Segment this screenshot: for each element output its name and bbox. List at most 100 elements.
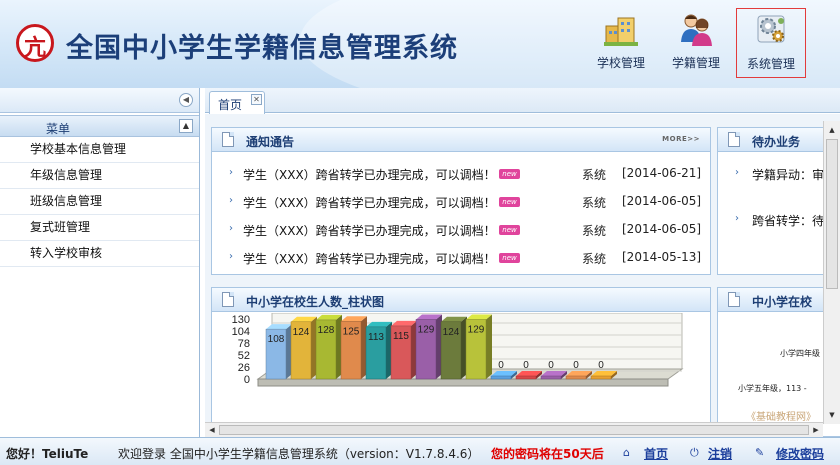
logo-icon: 亢 (16, 24, 54, 62)
school-buildings-icon (604, 17, 638, 46)
new-badge: new (499, 169, 520, 179)
welcome-text: 欢迎登录 全国中小学生学籍信息管理系统（version：V1.7.8.4.6） (118, 447, 480, 461)
chevron-up-icon[interactable]: ▲ (179, 119, 193, 133)
right-chart-label: 小学五年级，113 - (738, 384, 807, 393)
bar-value-label: 0 (598, 360, 604, 371)
scroll-thumb[interactable] (826, 139, 838, 289)
notice-item[interactable]: › 学生（XXX）跨省转学已办理完成，可以调档！ new 系统 [2014-06… (212, 189, 710, 215)
right-chart-panel: 中小学在校 小学四年级 小学五年级，113 - 《基础教程网》 (717, 287, 840, 437)
pending-title: 待办业务 (752, 135, 801, 149)
scroll-down-icon[interactable]: ▼ (826, 408, 838, 422)
document-icon (728, 292, 740, 307)
document-icon (222, 132, 234, 147)
bar-value-label: 129 (418, 324, 435, 335)
change-password-link[interactable]: 修改密码 (776, 445, 824, 462)
tab-bar: 首页 ✕ (205, 88, 840, 114)
notice-title: 通知通告 (246, 135, 295, 149)
key-icon[interactable]: ✎ (755, 446, 764, 459)
close-icon[interactable]: ✕ (251, 94, 262, 105)
notice-item[interactable]: › 学生（XXX）跨省转学已办理完成，可以调档！ new 系统 [2014-05… (212, 245, 710, 271)
system-gears-icon (757, 15, 785, 43)
sidebar-collapse-bar: ◀ (0, 88, 199, 113)
nav-student-records-button[interactable]: 学籍管理 (661, 10, 731, 76)
notice-source: 系统 (582, 224, 607, 238)
right-chart-panel-header: 中小学在校 (718, 288, 840, 312)
notice-source: 系统 (582, 196, 607, 210)
notice-text[interactable]: 学生（XXX）跨省转学已办理完成，可以调档！ (243, 250, 496, 267)
sidebar-item-multi-grade-class[interactable]: 复式班管理 (0, 215, 199, 241)
pending-item[interactable]: › 跨省转学：待 (718, 207, 840, 233)
header: 亢 全国中小学生学籍信息管理系统 学校管理 学籍管理 系统管理 (0, 0, 840, 88)
pending-item[interactable]: › 学籍异动：审 (718, 161, 840, 187)
bar-value-label: 108 (268, 334, 285, 345)
notice-text[interactable]: 学生（XXX）跨省转学已办理完成，可以调档！ (243, 222, 496, 239)
nav-school-management-label: 学校管理 (596, 56, 645, 70)
more-link[interactable]: MORE>> (662, 135, 700, 143)
vertical-scrollbar[interactable]: ▲ ▼ (823, 121, 840, 424)
bar-value-label: 0 (573, 360, 579, 371)
pending-panel-header: 待办业务 (718, 128, 840, 152)
bar (590, 375, 612, 380)
sidebar-item-class-info[interactable]: 班级信息管理 (0, 189, 199, 215)
bullet-arrow-icon: › (735, 213, 739, 224)
y-tick-label: 26 (238, 362, 250, 374)
bar-value-label: 124 (443, 327, 460, 338)
new-badge: new (499, 197, 520, 207)
sidebar-item-transfer-review[interactable]: 转入学校审核 (0, 241, 199, 267)
scroll-thumb[interactable] (219, 425, 809, 435)
notice-item[interactable]: › 学生（XXX）跨省转学已办理完成，可以调档！ new 系统 [2014-06… (212, 217, 710, 243)
horizontal-scrollbar[interactable]: ◀ ▶ (205, 422, 823, 437)
notice-date: [2014-06-21] (622, 166, 702, 180)
notice-text[interactable]: 学生（XXX）跨省转学已办理完成，可以调档！ (243, 166, 496, 183)
scroll-left-icon[interactable]: ◀ (206, 424, 218, 436)
scroll-up-icon[interactable]: ▲ (826, 123, 838, 137)
bar-chart-panel-header: 中小学在校生人数_柱状图 (212, 288, 710, 312)
document-icon (728, 132, 740, 147)
bar-side (486, 314, 492, 379)
scroll-right-icon[interactable]: ▶ (810, 424, 822, 436)
footer: 您好！TeliuTe 欢迎登录 全国中小学生学籍信息管理系统（version：V… (0, 437, 840, 465)
bar-value-label: 113 (368, 332, 384, 343)
tab-home[interactable]: 首页 ✕ (209, 91, 265, 114)
logout-link[interactable]: 注销 (708, 445, 732, 462)
main-content: 通知通告 MORE>> › 学生（XXX）跨省转学已办理完成，可以调档！ new… (205, 114, 840, 437)
y-tick-label: 104 (232, 326, 250, 338)
notice-date: [2014-06-05] (622, 222, 702, 236)
bullet-arrow-icon: › (229, 251, 233, 262)
pending-text[interactable]: 学籍异动：审 (752, 166, 824, 183)
bullet-arrow-icon: › (229, 195, 233, 206)
new-badge: new (499, 253, 520, 263)
pending-text[interactable]: 跨省转学：待 (752, 212, 824, 229)
menu-header[interactable]: 菜单 ▲ (0, 115, 199, 137)
sidebar-item-school-info[interactable]: 学校基本信息管理 (0, 137, 199, 163)
new-badge: new (499, 225, 520, 235)
pending-panel: 待办业务 › 学籍异动：审 › 跨省转学：待 (717, 127, 840, 275)
y-tick-label: 52 (238, 350, 250, 362)
bar-value-label: 0 (523, 360, 529, 371)
right-chart-label: 小学四年级 (780, 349, 820, 358)
notice-text[interactable]: 学生（XXX）跨省转学已办理完成，可以调档！ (243, 194, 496, 211)
app-title: 全国中小学生学籍信息管理系统 (66, 33, 458, 64)
bar-value-label: 128 (318, 325, 335, 336)
nav-school-management-button[interactable]: 学校管理 (586, 10, 656, 76)
logout-icon[interactable]: ⏻ (690, 446, 699, 460)
notice-panel: 通知通告 MORE>> › 学生（XXX）跨省转学已办理完成，可以调档！ new… (211, 127, 711, 275)
bar-value-label: 0 (498, 360, 504, 371)
y-tick-label: 78 (238, 338, 250, 350)
students-icon (681, 14, 712, 46)
bar-chart-title: 中小学在校生人数_柱状图 (246, 295, 385, 309)
bar-value-label: 0 (548, 360, 554, 371)
bar-chart-panel: 中小学在校生人数_柱状图 0 26 52 78 104 130 108 124 128 125 11… (211, 287, 711, 437)
password-warning: 您的密码将在50天后 (491, 447, 604, 461)
nav-student-records-label: 学籍管理 (671, 56, 720, 70)
collapse-left-icon[interactable]: ◀ (179, 93, 193, 107)
nav-system-management-button[interactable]: 系统管理 (736, 8, 806, 78)
sidebar-item-grade-info[interactable]: 年级信息管理 (0, 163, 199, 189)
bar-value-label: 129 (468, 324, 485, 335)
home-link[interactable]: 首页 (644, 445, 668, 462)
sidebar: ◀ 菜单 ▲ 学校基本信息管理 年级信息管理 班级信息管理 复式班管理 转入学校… (0, 88, 200, 437)
menu-title: 菜单 (46, 122, 71, 136)
notice-item[interactable]: › 学生（XXX）跨省转学已办理完成，可以调档！ new 系统 [2014-06… (212, 161, 710, 187)
home-icon[interactable]: ⌂ (623, 446, 630, 459)
bullet-arrow-icon: › (229, 167, 233, 178)
